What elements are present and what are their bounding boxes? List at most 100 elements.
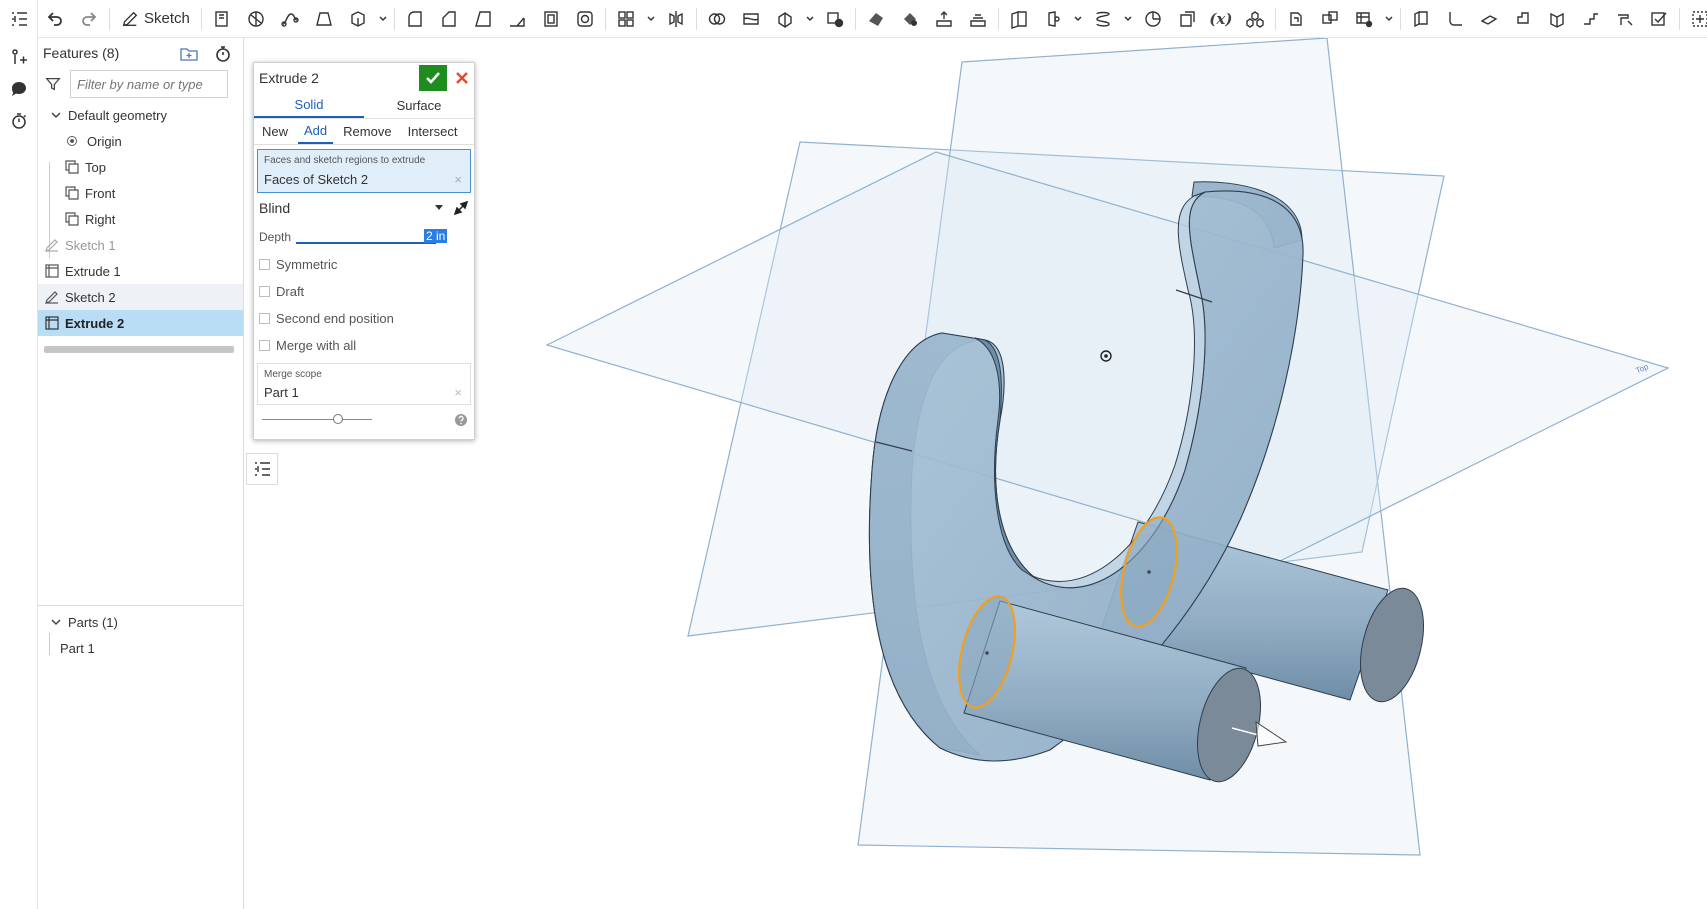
flip-direction-icon[interactable] [452, 199, 470, 217]
filter-icon[interactable] [44, 75, 62, 93]
op-add[interactable]: Add [298, 119, 334, 144]
delete-part-icon[interactable] [818, 5, 852, 33]
add-feature-icon[interactable] [0, 41, 38, 73]
measure-icon[interactable] [1136, 5, 1170, 33]
rip-icon[interactable] [1608, 5, 1642, 33]
chamfer-icon[interactable] [432, 5, 466, 33]
cancel-button[interactable] [451, 66, 473, 90]
flange-icon[interactable] [1404, 5, 1438, 33]
chevron-down-icon[interactable] [643, 5, 659, 33]
tab-icon[interactable] [1506, 5, 1540, 33]
tab-solid[interactable]: Solid [254, 93, 364, 118]
op-new[interactable]: New [256, 119, 294, 144]
top-plane[interactable] [545, 151, 1670, 563]
frame-icon[interactable] [1313, 5, 1347, 33]
sketch-button[interactable]: Sketch [113, 5, 198, 33]
section-view-icon[interactable] [1170, 5, 1204, 33]
delete-face-icon[interactable] [893, 5, 927, 33]
move-face-icon[interactable] [927, 5, 961, 33]
rib-icon[interactable] [500, 5, 534, 33]
add-folder-icon[interactable] [179, 44, 199, 64]
second-end-option[interactable]: Second end position [254, 305, 474, 332]
faces-selection-field[interactable]: Faces and sketch regions to extrude Face… [257, 149, 471, 193]
tree-part-1[interactable]: Part 1 [38, 635, 243, 661]
mirror-icon[interactable] [659, 5, 693, 33]
plane-icon[interactable] [1002, 5, 1036, 33]
sheet-metal-icon[interactable] [1279, 5, 1313, 33]
merge-scope-field[interactable]: Merge scope Part 1 × [257, 363, 471, 405]
finish-sheet-metal-icon[interactable] [1642, 5, 1676, 33]
helix-icon[interactable] [1086, 5, 1120, 33]
slider-handle[interactable] [333, 414, 343, 424]
tree-extrude-1[interactable]: Extrude 1 [38, 258, 243, 284]
merge-all-option[interactable]: Merge with all [254, 332, 474, 359]
slider-track[interactable] [262, 419, 372, 420]
chevron-down-icon[interactable] [1381, 5, 1397, 33]
bend-icon[interactable] [1438, 5, 1472, 33]
table-icon[interactable] [1347, 5, 1381, 33]
boolean-icon[interactable] [700, 5, 734, 33]
extrude-icon[interactable] [205, 5, 239, 33]
op-intersect[interactable]: Intersect [402, 119, 464, 144]
custom-features-icon[interactable] [1238, 5, 1272, 33]
help-icon[interactable] [454, 413, 468, 427]
merge-all-checkbox[interactable] [259, 340, 270, 351]
tree-origin[interactable]: Origin [38, 128, 243, 154]
tree-front-plane[interactable]: Front [38, 180, 243, 206]
filter-input[interactable] [70, 70, 228, 98]
second-end-checkbox[interactable] [259, 313, 270, 324]
chevron-down-icon[interactable] [802, 5, 818, 33]
feature-list-icon[interactable] [0, 3, 38, 35]
variable-button[interactable]: (x) [1204, 5, 1238, 33]
symmetric-checkbox[interactable] [259, 259, 270, 270]
tab-surface[interactable]: Surface [364, 93, 474, 118]
tree-default-geometry[interactable]: Default geometry [38, 102, 243, 128]
clear-merge-scope-icon[interactable]: × [454, 385, 462, 400]
modify-fillet-icon[interactable] [859, 5, 893, 33]
sweep-icon[interactable] [273, 5, 307, 33]
draft-checkbox[interactable] [259, 286, 270, 297]
op-remove[interactable]: Remove [337, 119, 397, 144]
chevron-down-icon[interactable] [1120, 5, 1136, 33]
comments-icon[interactable] [0, 73, 38, 105]
dialog-list-toggle[interactable] [246, 453, 278, 485]
clear-selection-icon[interactable]: × [454, 172, 462, 187]
fillet-icon[interactable] [398, 5, 432, 33]
loft-icon[interactable] [307, 5, 341, 33]
redo-icon[interactable] [72, 5, 106, 33]
depth-input[interactable]: 2 in [424, 229, 448, 243]
pattern-icon[interactable] [609, 5, 643, 33]
split-icon[interactable] [734, 5, 768, 33]
revolve-icon[interactable] [239, 5, 273, 33]
chevron-down-icon[interactable] [375, 5, 391, 33]
joint-icon[interactable] [1574, 5, 1608, 33]
tree-top-plane[interactable]: Top [38, 154, 243, 180]
draft-icon[interactable] [466, 5, 500, 33]
corner-icon[interactable] [1540, 5, 1574, 33]
hole-icon[interactable] [568, 5, 602, 33]
transform-icon[interactable] [768, 5, 802, 33]
tree-parts-header[interactable]: Parts (1) [38, 609, 243, 635]
hem-icon[interactable] [1472, 5, 1506, 33]
draft-option[interactable]: Draft [254, 278, 474, 305]
rollback-bar[interactable] [44, 346, 234, 353]
undo-icon[interactable] [38, 5, 72, 33]
tree-sketch-2[interactable]: Sketch 2 [38, 284, 243, 310]
accept-button[interactable] [419, 65, 447, 91]
tree-sketch-1[interactable]: Sketch 1 [38, 232, 243, 258]
depth-input-underline[interactable] [296, 242, 436, 244]
stopwatch-icon[interactable] [213, 44, 233, 64]
tree-right-plane[interactable]: Right [38, 206, 243, 232]
add-custom-feature-icon[interactable] [1683, 5, 1707, 33]
thicken-icon[interactable] [341, 5, 375, 33]
mate-connector-icon[interactable] [1036, 5, 1070, 33]
chevron-down-icon[interactable] [1070, 5, 1086, 33]
chevron-down-icon[interactable] [50, 616, 62, 628]
shell-icon[interactable] [534, 5, 568, 33]
replace-face-icon[interactable] [961, 5, 995, 33]
chevron-down-icon[interactable] [50, 109, 62, 121]
symmetric-option[interactable]: Symmetric [254, 251, 474, 278]
tree-extrude-2[interactable]: Extrude 2 [38, 310, 243, 336]
history-timer-icon[interactable] [0, 105, 38, 137]
end-type-select[interactable]: Blind [254, 193, 474, 223]
